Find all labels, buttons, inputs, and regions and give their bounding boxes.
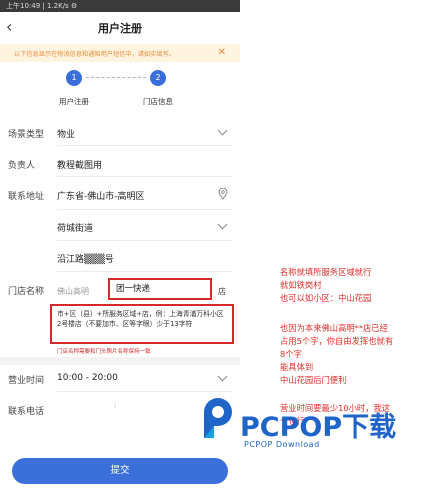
annotation-line: 也可以如小区：中山花园 xyxy=(280,293,372,303)
shop-name-suffix: 店 xyxy=(218,287,226,296)
annotation-line: 占用5个字，你自由发挥也就有 xyxy=(280,336,394,346)
location-pin-icon[interactable] xyxy=(218,188,228,200)
step-1-label: 用户注册 xyxy=(59,97,89,106)
step-2-circle: 2 xyxy=(150,70,166,86)
shop-name-label: 门店名称 xyxy=(8,287,45,297)
back-icon[interactable]: ‹ xyxy=(6,19,12,35)
step-connector xyxy=(86,77,146,78)
shop-name-warning: 门店名称需要和门头照片名称保持一致 xyxy=(57,349,151,355)
scene-type-value[interactable]: 物业 xyxy=(57,127,75,140)
annotation-line: 能具体到 xyxy=(280,362,314,372)
step-2-label: 门店信息 xyxy=(143,97,173,106)
annotation-line: 8个字 xyxy=(280,349,302,359)
address-region-row[interactable]: 联系地址 广东省-佛山市-高明区 xyxy=(0,188,240,209)
section-gap xyxy=(0,357,240,365)
phone-label: 联系电话 xyxy=(8,407,45,417)
address-road-input[interactable]: 沿江路▒▒▒号 xyxy=(57,252,114,265)
divider xyxy=(57,145,232,146)
step-1-circle: 1 xyxy=(66,70,82,86)
chevron-down-icon[interactable] xyxy=(217,219,228,230)
owner-label: 负责人 xyxy=(8,161,36,171)
divider xyxy=(57,391,232,392)
annotation-line: 就如铁岗村 xyxy=(280,280,322,290)
close-icon[interactable]: ✕ xyxy=(218,47,226,58)
shop-name-hint: 市+区（县）+所服务区域+店，例：上海青浦万科小区2号楼店（不要加市、区等字眼）… xyxy=(50,304,234,344)
shop-name-prefix: 佛山高明 xyxy=(57,287,89,296)
shop-name-input[interactable]: 团一快递 xyxy=(108,278,212,300)
notice-text: 以下信息显示在物流信息和通知用户短信中，请如实填写。 xyxy=(14,50,175,58)
divider xyxy=(57,209,232,210)
address-street-row[interactable]: 荷城街道 xyxy=(0,219,240,241)
address-street-value[interactable]: 荷城街道 xyxy=(57,221,93,234)
scene-type-label: 场景类型 xyxy=(8,130,45,140)
step-indicator: 1 2 用户注册 门店信息 xyxy=(0,62,240,112)
scene-type-row[interactable]: 场景类型 物业 xyxy=(0,125,240,147)
annotation-line: 也因为本来佛山高明**店已经 xyxy=(280,323,388,333)
status-bar: 上午10:49 | 1.2K/s ⚙ xyxy=(0,0,240,12)
divider xyxy=(57,240,232,241)
address-label: 联系地址 xyxy=(8,192,45,202)
owner-row[interactable]: 负责人 教程截图用 xyxy=(0,158,240,178)
nav-bar: ‹ 用户注册 xyxy=(0,12,240,44)
address-road-row[interactable]: 沿江路▒▒▒号 xyxy=(0,252,240,272)
submit-button[interactable]: 提交 xyxy=(12,458,228,484)
address-region-value[interactable]: 广东省-佛山市-高明区 xyxy=(57,189,145,202)
business-hours-row[interactable]: 营业时间 10:00 - 20:00 xyxy=(0,371,240,393)
annotation-line: 名称就填所服务区域就行 xyxy=(280,267,372,277)
owner-input[interactable]: 教程截图用 xyxy=(57,158,102,171)
annotation-line: 中山花园后门便利 xyxy=(280,375,347,385)
chevron-down-icon[interactable] xyxy=(217,125,228,136)
watermark-subtitle: PCPOP Download xyxy=(244,440,320,449)
business-hours-value[interactable]: 10:00 - 20:00 xyxy=(57,373,118,383)
page-title: 用户注册 xyxy=(98,22,142,35)
text-cursor-icon: ⁞ xyxy=(114,402,117,410)
watermark-brand: PCPOP下载 xyxy=(240,412,397,443)
divider xyxy=(57,176,232,177)
pcpop-logo-icon xyxy=(204,398,232,438)
business-hours-label: 营业时间 xyxy=(8,376,45,386)
chevron-down-icon[interactable] xyxy=(217,371,228,382)
notice-banner: 以下信息显示在物流信息和通知用户短信中，请如实填写。 ✕ xyxy=(0,44,240,62)
divider xyxy=(57,271,232,272)
